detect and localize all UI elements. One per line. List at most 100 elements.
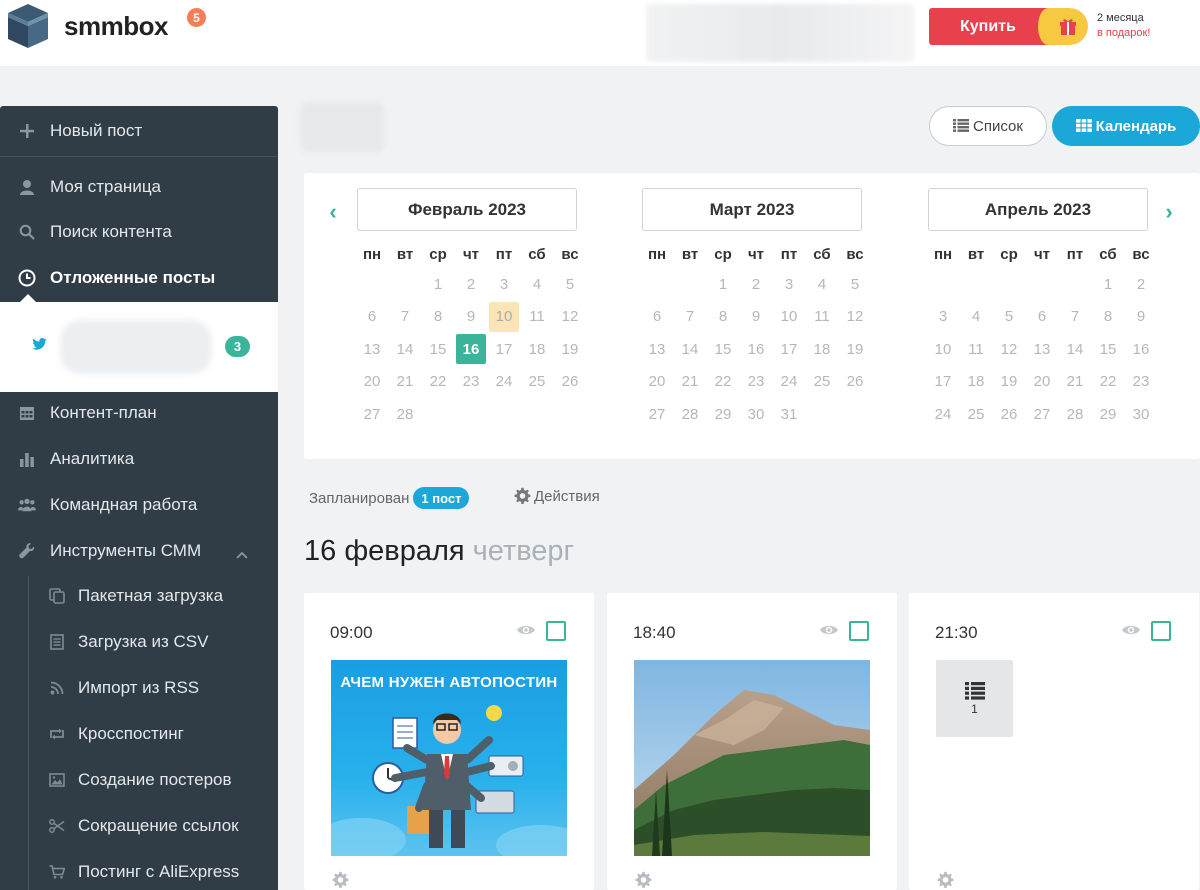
- calendar-day[interactable]: 25: [961, 399, 991, 429]
- calendar-day[interactable]: 10: [774, 302, 804, 332]
- sidebar-item-link-shortener[interactable]: Сокращение ссылок: [28, 806, 278, 846]
- calendar-day[interactable]: 9: [456, 302, 486, 332]
- calendar-day[interactable]: 31: [774, 399, 804, 429]
- calendar-day[interactable]: 2: [741, 269, 771, 299]
- gear-icon[interactable]: [331, 871, 349, 889]
- calendar-day[interactable]: 28: [390, 399, 420, 429]
- sidebar-item-aliexpress-posting[interactable]: Постинг с AliExpress: [28, 852, 278, 890]
- calendar-day[interactable]: 16: [456, 334, 486, 364]
- calendar-day[interactable]: 18: [961, 367, 991, 397]
- calendar-day[interactable]: 3: [489, 269, 519, 299]
- calendar-day[interactable]: 29: [708, 399, 738, 429]
- calendar-day[interactable]: 12: [994, 334, 1024, 364]
- post-thumbnail[interactable]: АЧЕМ НУЖЕН АВТОПОСТИН: [331, 660, 567, 856]
- calendar-day[interactable]: 1: [1093, 269, 1123, 299]
- calendar-day[interactable]: 24: [928, 399, 958, 429]
- calendar-day[interactable]: 18: [522, 334, 552, 364]
- next-month-chevron-right-icon[interactable]: ›: [1162, 199, 1176, 224]
- calendar-day[interactable]: 10: [489, 301, 519, 332]
- calendar-day[interactable]: 27: [642, 399, 672, 429]
- sidebar-item-smm-tools[interactable]: Инструменты СММ: [0, 531, 278, 571]
- calendar-day[interactable]: 20: [642, 367, 672, 397]
- calendar-day[interactable]: 6: [1027, 302, 1057, 332]
- calendar-day[interactable]: 15: [708, 334, 738, 364]
- notification-badge[interactable]: 5: [187, 8, 206, 27]
- calendar-day[interactable]: 8: [423, 302, 453, 332]
- eye-icon[interactable]: [1121, 623, 1141, 637]
- calendar-day[interactable]: 5: [994, 302, 1024, 332]
- calendar-day[interactable]: 21: [390, 367, 420, 397]
- calendar-day[interactable]: 24: [774, 367, 804, 397]
- calendar-day[interactable]: 14: [390, 334, 420, 364]
- calendar-day[interactable]: 23: [456, 367, 486, 397]
- calendar-day[interactable]: 30: [741, 399, 771, 429]
- calendar-day[interactable]: 5: [555, 269, 585, 299]
- calendar-day[interactable]: 11: [522, 302, 552, 332]
- post-count-badge[interactable]: 1 пост: [413, 487, 470, 509]
- calendar-day[interactable]: 26: [840, 367, 870, 397]
- calendar-day[interactable]: 13: [357, 334, 387, 364]
- calendar-day[interactable]: 2: [1126, 269, 1156, 299]
- post-card[interactable]: 09:00 АЧЕМ НУЖЕН АВТОПОСТИН: [304, 593, 594, 890]
- sidebar-item-content-plan[interactable]: Контент-план: [0, 393, 278, 433]
- calendar-day[interactable]: 9: [741, 302, 771, 332]
- month-title[interactable]: Апрель 2023: [928, 188, 1148, 231]
- calendar-day[interactable]: 7: [390, 302, 420, 332]
- post-thumbnail[interactable]: [634, 660, 870, 856]
- calendar-day[interactable]: 17: [928, 367, 958, 397]
- sidebar-item-csv-upload[interactable]: Загрузка из CSV: [28, 622, 278, 662]
- sidebar-item-crossposting[interactable]: Кросспостинг: [28, 714, 278, 754]
- calendar-day[interactable]: 3: [774, 269, 804, 299]
- calendar-day[interactable]: 22: [423, 367, 453, 397]
- month-title[interactable]: Март 2023: [642, 188, 862, 231]
- calendar-day[interactable]: 19: [555, 334, 585, 364]
- calendar-day[interactable]: 14: [675, 334, 705, 364]
- calendar-day[interactable]: 25: [807, 367, 837, 397]
- calendar-day[interactable]: 2: [456, 269, 486, 299]
- sidebar-item-team-work[interactable]: Командная работа: [0, 485, 278, 525]
- calendar-day[interactable]: 12: [555, 302, 585, 332]
- calendar-day[interactable]: 15: [423, 334, 453, 364]
- calendar-day[interactable]: 4: [522, 269, 552, 299]
- sidebar-item-poster-creation[interactable]: Создание постеров: [28, 760, 278, 800]
- calendar-day[interactable]: 10: [928, 334, 958, 364]
- post-select-checkbox[interactable]: [546, 621, 566, 641]
- month-title[interactable]: Февраль 2023: [357, 188, 577, 231]
- sidebar-item-batch-upload[interactable]: Пакетная загрузка: [28, 576, 278, 616]
- calendar-day[interactable]: 27: [1027, 399, 1057, 429]
- calendar-view-button[interactable]: Календарь: [1052, 106, 1200, 146]
- calendar-day[interactable]: 22: [1093, 367, 1123, 397]
- calendar-day[interactable]: 22: [708, 367, 738, 397]
- calendar-day[interactable]: 9: [1126, 302, 1156, 332]
- calendar-day[interactable]: 28: [675, 399, 705, 429]
- sidebar-item-analytics[interactable]: Аналитика: [0, 439, 278, 479]
- calendar-day[interactable]: 8: [1093, 302, 1123, 332]
- calendar-day[interactable]: 13: [1027, 334, 1057, 364]
- calendar-day[interactable]: 15: [1093, 334, 1123, 364]
- calendar-day[interactable]: 11: [961, 334, 991, 364]
- sidebar-item-new-post[interactable]: Новый пост: [0, 111, 278, 151]
- calendar-day[interactable]: 14: [1060, 334, 1090, 364]
- calendar-day[interactable]: 4: [961, 302, 991, 332]
- calendar-day[interactable]: 1: [423, 269, 453, 299]
- calendar-day[interactable]: 6: [357, 302, 387, 332]
- logo[interactable]: smmbox: [6, 2, 168, 50]
- calendar-day[interactable]: 7: [1060, 302, 1090, 332]
- calendar-day[interactable]: 7: [675, 302, 705, 332]
- sidebar-item-my-page[interactable]: Моя страница: [0, 167, 278, 207]
- calendar-day[interactable]: 29: [1093, 399, 1123, 429]
- gear-icon[interactable]: [634, 871, 652, 889]
- sidebar-item-rss-import[interactable]: Импорт из RSS: [28, 668, 278, 708]
- twitter-icon[interactable]: [32, 338, 47, 350]
- calendar-day[interactable]: 17: [489, 334, 519, 364]
- post-card[interactable]: 21:30 1: [909, 593, 1199, 890]
- calendar-day[interactable]: 26: [555, 367, 585, 397]
- calendar-day[interactable]: 21: [1060, 367, 1090, 397]
- buy-button[interactable]: Купить: [929, 8, 1049, 45]
- calendar-day[interactable]: 6: [642, 302, 672, 332]
- chevron-up-icon[interactable]: [236, 544, 250, 559]
- calendar-day[interactable]: 23: [741, 367, 771, 397]
- post-card[interactable]: 18:40: [607, 593, 897, 890]
- calendar-day[interactable]: 20: [357, 367, 387, 397]
- calendar-day[interactable]: 11: [807, 302, 837, 332]
